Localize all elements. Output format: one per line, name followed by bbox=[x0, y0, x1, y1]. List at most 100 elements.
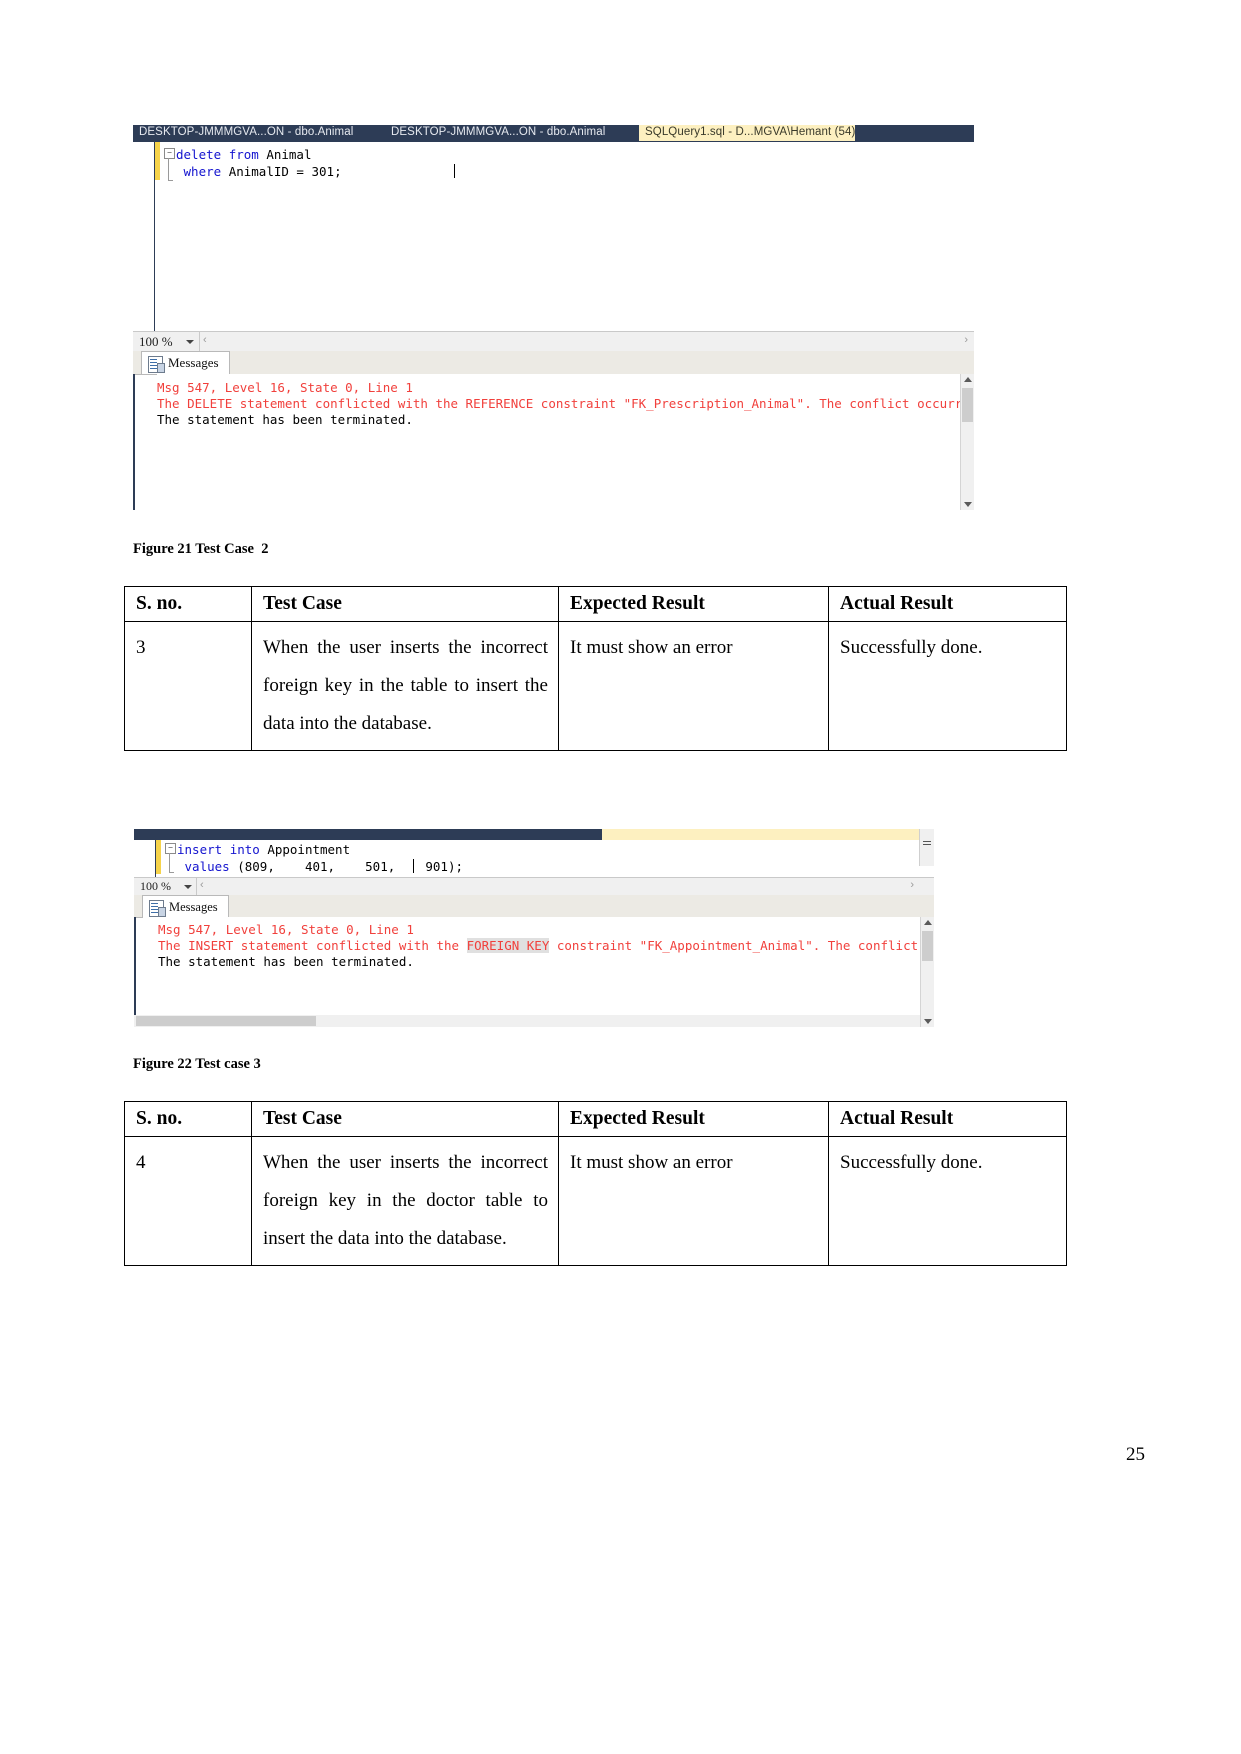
scroll-right-icon[interactable]: › bbox=[964, 334, 968, 346]
outline-guide-2 bbox=[169, 853, 170, 872]
scroll-down-icon-2[interactable] bbox=[924, 1019, 932, 1024]
header-test-case: Test Case bbox=[251, 1101, 559, 1137]
message2-highlight: FOREIGN KEY bbox=[466, 938, 550, 953]
outline-guide bbox=[168, 158, 169, 180]
ssms-screenshot-insert: − insert into Appointment values (809, 4… bbox=[134, 829, 934, 1027]
editor-zoom-bar: 100 % ‹ › bbox=[133, 331, 974, 353]
messages-icon bbox=[148, 356, 165, 373]
sql-table-appointment: Appointment bbox=[267, 842, 351, 857]
tab-messages[interactable]: Messages bbox=[141, 351, 230, 374]
pane-left-border bbox=[133, 374, 135, 510]
sql-keyword-insert: insert bbox=[177, 842, 223, 857]
outline-guide-foot-2 bbox=[169, 872, 174, 873]
messages-scrollbar[interactable] bbox=[960, 374, 974, 510]
sql-keyword-where: where bbox=[183, 164, 222, 179]
cell-s-no: 3 bbox=[124, 621, 252, 751]
header-test-case: Test Case bbox=[251, 586, 559, 622]
editor-gutter bbox=[133, 142, 155, 331]
sql-semicolon: ; bbox=[334, 164, 342, 179]
test-case-table-3: S. no. Test Case Expected Result Actual … bbox=[124, 586, 1067, 751]
tabstrip-filler bbox=[855, 125, 974, 142]
header-s-no: S. no. bbox=[124, 1101, 252, 1137]
chevron-down-icon[interactable] bbox=[186, 340, 194, 344]
table-header-row: S. no. Test Case Expected Result Actual … bbox=[124, 1101, 1067, 1137]
editor-splitter-2[interactable] bbox=[919, 829, 934, 866]
header-actual-result: Actual Result bbox=[828, 1101, 1067, 1137]
outline-guide-foot bbox=[168, 180, 173, 181]
scroll-right-icon-2[interactable]: › bbox=[910, 879, 914, 891]
messages-icon-2 bbox=[149, 900, 166, 917]
pane-left-border-2 bbox=[134, 917, 136, 1027]
cell-actual-result: Successfully done. bbox=[828, 621, 1067, 751]
zoom-level-value[interactable]: 100 % bbox=[139, 334, 173, 350]
message2-line-2b: constraint "FK_Appointment_Animal". The … bbox=[556, 938, 934, 953]
tab-messages-2[interactable]: Messages bbox=[142, 895, 229, 918]
message2-line-3: The statement has been terminated. bbox=[158, 954, 414, 969]
message-line-2: The DELETE statement conflicted with the… bbox=[157, 396, 974, 411]
text-caret bbox=[454, 164, 455, 178]
sql-table-animal: Animal bbox=[266, 147, 312, 162]
table-header-row: S. no. Test Case Expected Result Actual … bbox=[124, 586, 1067, 622]
editor-change-margin-2 bbox=[156, 840, 161, 874]
results-messages-pane-2: Messages Msg 547, Level 16, State 0, Lin… bbox=[134, 895, 934, 1027]
scroll-down-icon[interactable] bbox=[964, 502, 972, 507]
outline-collapse-icon[interactable]: − bbox=[164, 148, 175, 159]
sql-code-text-2: insert into Appointment values (809, 401… bbox=[177, 841, 463, 875]
document-page: DESKTOP-JMMMGVA...ON - dbo.Animal DESKTO… bbox=[0, 0, 1241, 1754]
scroll-up-icon-2[interactable] bbox=[924, 920, 932, 925]
editor-change-margin bbox=[155, 142, 160, 180]
results-messages-pane: Messages Msg 547, Level 16, State 0, Lin… bbox=[133, 351, 974, 510]
editor-tab-animal-2[interactable]: DESKTOP-JMMMGVA...ON - dbo.Animal bbox=[391, 125, 605, 141]
messages-hscrollbar-2[interactable] bbox=[134, 1015, 920, 1027]
scroll-up-icon[interactable] bbox=[964, 377, 972, 382]
outline-collapse-icon-2[interactable]: − bbox=[165, 843, 176, 854]
cell-test-case: When the user inserts the incorrect fore… bbox=[251, 1136, 559, 1266]
cell-expected-result: It must show an error bbox=[558, 621, 829, 751]
message2-line-2a: The INSERT statement conflicted with the bbox=[158, 938, 467, 953]
zoom-bar-separator-2 bbox=[196, 878, 197, 896]
messages-tab-strip-2: Messages bbox=[134, 895, 934, 918]
tabstrip-dark-2 bbox=[134, 829, 602, 840]
page-number: 25 bbox=[1126, 1444, 1145, 1465]
editor-tab-animal-1[interactable]: DESKTOP-JMMMGVA...ON - dbo.Animal bbox=[139, 125, 353, 141]
messages-output-2: Msg 547, Level 16, State 0, Line 1 The I… bbox=[158, 917, 934, 1027]
header-expected-result: Expected Result bbox=[558, 586, 829, 622]
sql-keyword-delete: delete bbox=[176, 147, 222, 162]
sql-keyword-from: from bbox=[228, 147, 259, 162]
editor-tab-strip: DESKTOP-JMMMGVA...ON - dbo.Animal DESKTO… bbox=[133, 125, 974, 142]
header-actual-result: Actual Result bbox=[828, 586, 1067, 622]
tabstrip-active-2 bbox=[602, 829, 934, 840]
cell-test-case: When the user inserts the incorrect fore… bbox=[251, 621, 559, 751]
editor-tab-sqlquery1[interactable]: SQLQuery1.sql - D...MGVA\Hemant (54)) × bbox=[639, 125, 886, 141]
cell-s-no: 4 bbox=[124, 1136, 252, 1266]
scrollbar-thumb-2[interactable] bbox=[922, 931, 933, 961]
editor-tab-strip-2 bbox=[134, 829, 934, 840]
sql-code-text: delete from Animal where AnimalID = 301; bbox=[176, 146, 342, 180]
sql-values-tail: ); bbox=[447, 859, 463, 874]
text-caret-2 bbox=[413, 859, 414, 873]
message-line-1: Msg 547, Level 16, State 0, Line 1 bbox=[157, 380, 413, 395]
table-row: 4 When the user inserts the incorrect fo… bbox=[124, 1136, 1067, 1266]
sql-keyword-values: values bbox=[184, 859, 230, 874]
chevron-down-icon-2[interactable] bbox=[184, 885, 192, 889]
figure-21-caption: Figure 21 Test Case 2 bbox=[133, 541, 269, 557]
scrollbar-thumb[interactable] bbox=[962, 388, 973, 422]
zoom-level-value-2[interactable]: 100 % bbox=[140, 879, 171, 894]
header-s-no: S. no. bbox=[124, 586, 252, 622]
table-row: 3 When the user inserts the incorrect fo… bbox=[124, 621, 1067, 751]
scroll-left-icon-2[interactable]: ‹ bbox=[200, 879, 204, 891]
cell-actual-result: Successfully done. bbox=[828, 1136, 1067, 1266]
sql-values-list: (809, 401, 501, 901 bbox=[237, 859, 448, 874]
sql-keyword-into: into bbox=[229, 842, 260, 857]
zoom-bar-separator bbox=[199, 332, 200, 352]
tab-messages-label-2: Messages bbox=[169, 900, 218, 914]
test-case-table-4: S. no. Test Case Expected Result Actual … bbox=[124, 1101, 1067, 1266]
figure-22-caption: Figure 22 Test case 3 bbox=[133, 1056, 261, 1072]
messages-scrollbar-2[interactable] bbox=[920, 917, 934, 1027]
tab-messages-label: Messages bbox=[168, 355, 219, 370]
messages-tab-strip: Messages bbox=[133, 351, 974, 375]
sql-editor-pane[interactable]: − delete from Animal where AnimalID = 30… bbox=[133, 142, 974, 331]
sql-condition: AnimalID = 301 bbox=[228, 164, 335, 179]
scroll-left-icon[interactable]: ‹ bbox=[203, 334, 207, 346]
sql-editor-pane-2[interactable]: − insert into Appointment values (809, 4… bbox=[134, 829, 934, 877]
